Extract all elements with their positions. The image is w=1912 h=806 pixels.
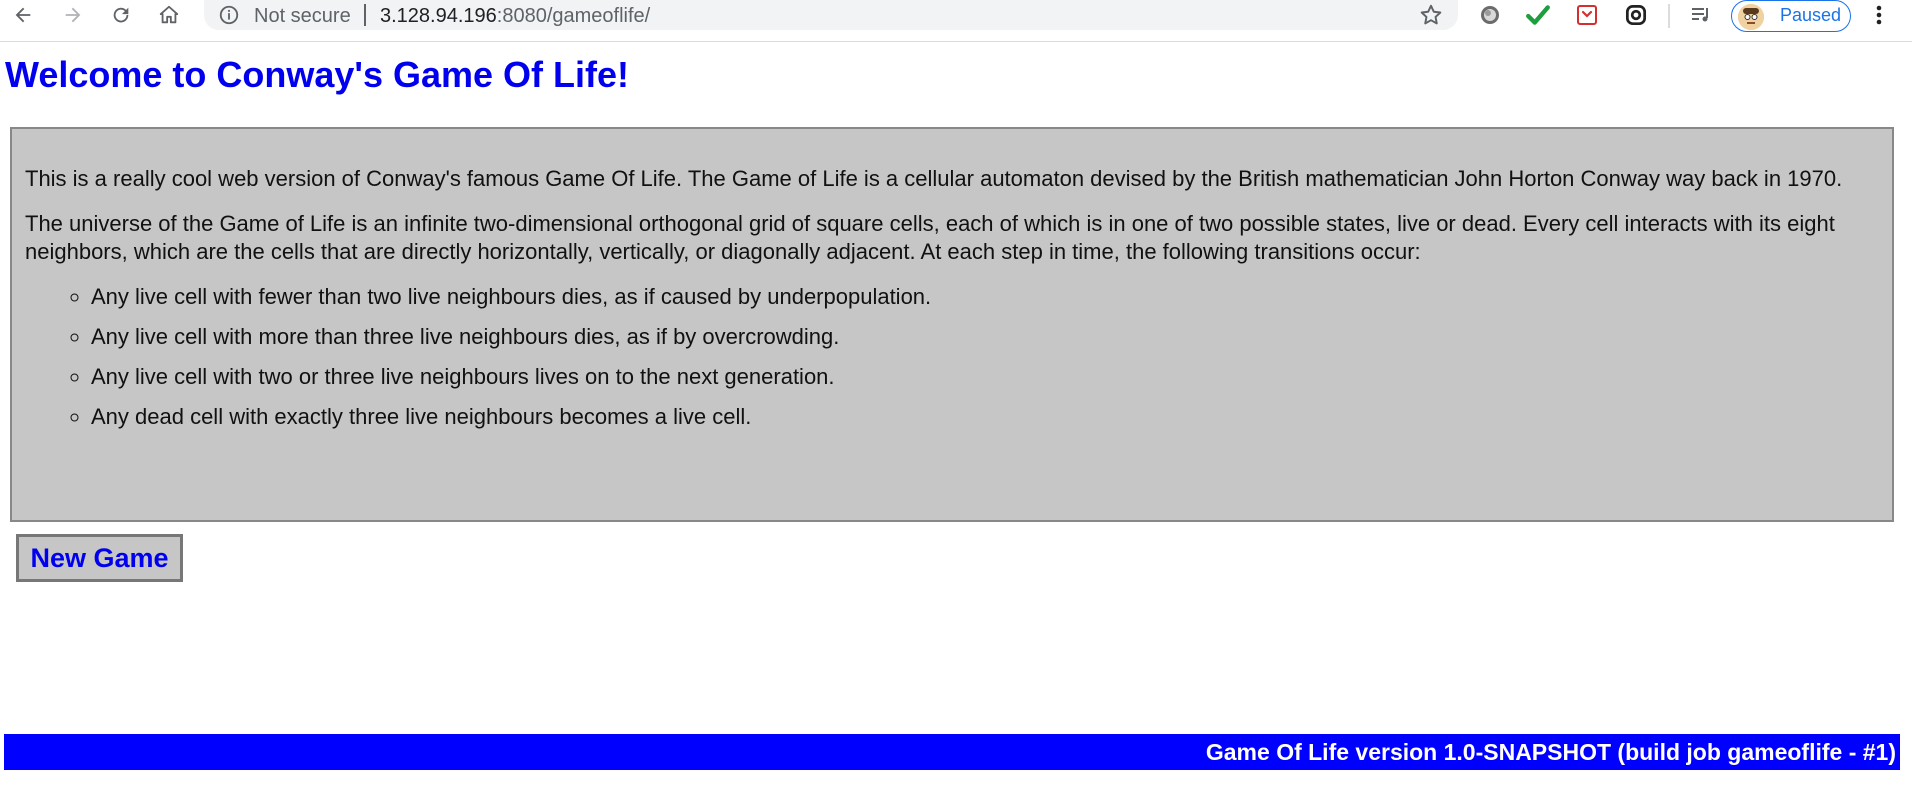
- menu-button[interactable]: [1868, 2, 1890, 28]
- url-path: :8080/gameoflife/: [496, 5, 651, 27]
- extension-icon[interactable]: [1477, 2, 1503, 28]
- avatar: [1738, 4, 1764, 30]
- home-button[interactable]: [150, 0, 188, 30]
- address-bar[interactable]: Not secure 3.128.94.196:8080/gameoflife/: [204, 0, 1458, 30]
- profile-button[interactable]: Paused: [1731, 0, 1851, 32]
- rule-item: Any live cell with two or three live nei…: [91, 363, 1880, 391]
- intro-paragraph: This is a really cool web version of Con…: [25, 166, 1843, 191]
- pocket-icon[interactable]: [1574, 2, 1600, 28]
- universe-paragraph: The universe of the Game of Life is an i…: [25, 211, 1835, 264]
- url-text: 3.128.94.196:8080/gameoflife/: [380, 5, 650, 28]
- back-icon: [15, 7, 31, 23]
- rule-item: Any live cell with fewer than two live n…: [91, 283, 1880, 311]
- sync-icon[interactable]: [1623, 2, 1649, 28]
- back-button[interactable]: [4, 0, 42, 30]
- reload-button[interactable]: [102, 0, 140, 30]
- page-title: Welcome to Conway's Game Of Life!: [5, 54, 630, 95]
- profile-status: Paused: [1780, 5, 1842, 25]
- page-content: Welcome to Conway's Game Of Life! This i…: [0, 42, 1912, 806]
- browser-toolbar: Not secure 3.128.94.196:8080/gameoflife/…: [0, 0, 1912, 42]
- url-separator: [364, 4, 366, 26]
- check-icon[interactable]: [1525, 2, 1551, 28]
- version-footer: Game Of Life version 1.0-SNAPSHOT (build…: [4, 734, 1900, 770]
- reload-icon: [113, 7, 129, 23]
- rule-item: Any live cell with more than three live …: [91, 323, 1880, 351]
- star-icon[interactable]: [1418, 2, 1444, 28]
- toolbar-divider: [1668, 4, 1670, 28]
- forward-button[interactable]: [54, 0, 92, 30]
- rule-item: Any dead cell with exactly three live ne…: [91, 403, 1880, 431]
- menu-icon: [1876, 5, 1882, 25]
- url-host: 3.128.94.196: [380, 5, 497, 27]
- media-icon[interactable]: [1688, 2, 1714, 28]
- info-panel: This is a really cool web version of Con…: [10, 127, 1894, 522]
- security-label: Not secure: [254, 5, 351, 27]
- new-game-button[interactable]: New Game: [16, 534, 183, 582]
- forward-icon: [65, 7, 81, 23]
- home-icon: [159, 5, 179, 24]
- rules-list: Any live cell with fewer than two live n…: [25, 283, 1880, 431]
- info-icon[interactable]: [218, 4, 240, 26]
